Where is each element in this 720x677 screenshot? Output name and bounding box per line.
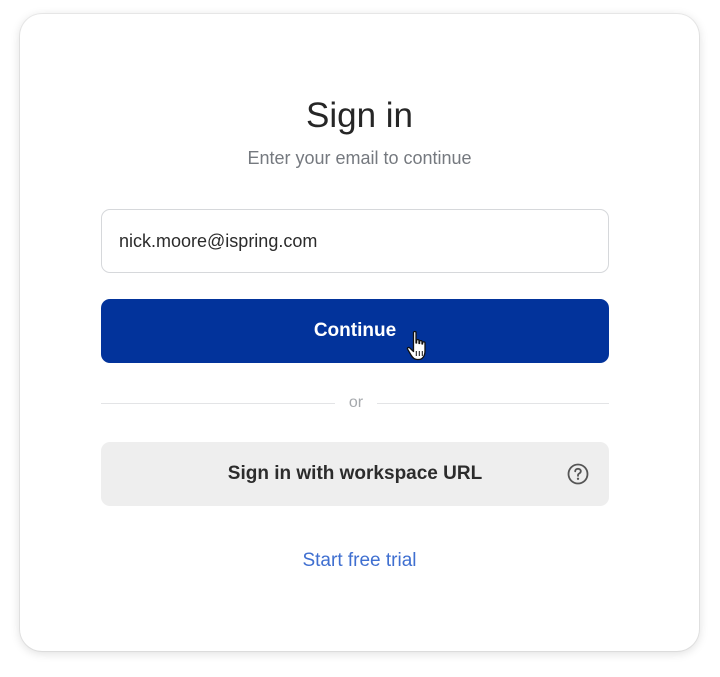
start-free-trial-link[interactable]: Start free trial [20,549,699,573]
continue-button[interactable]: Continue [101,299,609,363]
divider-left [101,403,335,404]
or-separator-label: or [348,394,364,411]
email-field[interactable] [101,209,609,273]
signin-card: Sign in Enter your email to continue Con… [20,14,699,651]
divider-right [377,403,609,404]
page-title: Sign in [305,96,414,135]
hand-pointer-cursor-icon [406,330,426,361]
question-circle-icon[interactable] [566,462,590,486]
workspace-url-button[interactable]: Sign in with workspace URL [101,442,609,506]
page-subtitle: Enter your email to continue [247,148,472,168]
